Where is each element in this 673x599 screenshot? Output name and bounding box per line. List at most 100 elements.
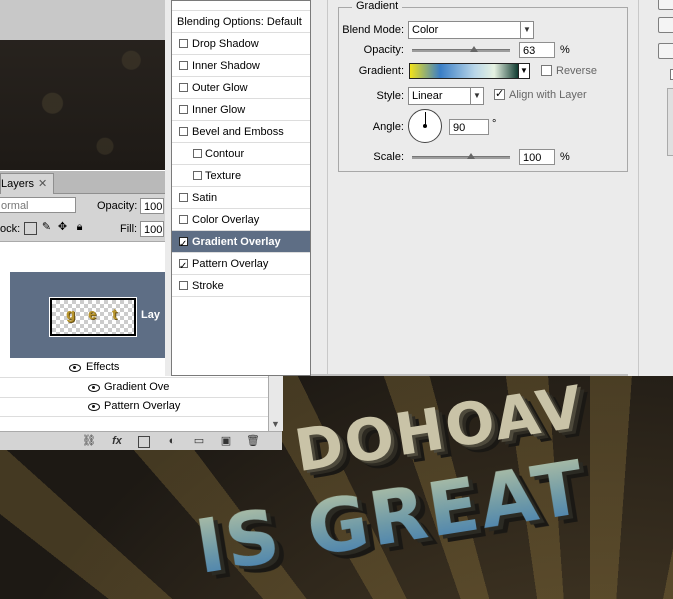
style-item-texture[interactable]: Texture	[172, 165, 310, 187]
style-item-inner-shadow[interactable]: Inner Shadow	[172, 55, 310, 77]
chevron-down-icon[interactable]: ▼	[470, 88, 483, 104]
style-item-checkbox[interactable]	[179, 61, 188, 70]
canvas-grey-strip	[0, 0, 175, 40]
new-group-icon[interactable]: ▭	[192, 434, 206, 448]
gradient-picker[interactable]	[409, 63, 519, 79]
blend-mode-value: Color	[412, 24, 439, 36]
trash-icon[interactable]: 🗑︎	[246, 434, 260, 448]
blending-options-item[interactable]: Blending Options: Default	[172, 11, 310, 33]
style-item-pattern-overlay[interactable]: Pattern Overlay	[172, 253, 310, 278]
opacity-slider[interactable]	[412, 46, 510, 52]
close-icon[interactable]: ✕	[38, 178, 47, 190]
lock-all-icon[interactable]: 🔒︎	[74, 222, 85, 233]
style-item-checkbox[interactable]	[179, 256, 188, 278]
angle-input[interactable]: 90	[449, 119, 489, 135]
lock-label: ock:	[0, 223, 21, 235]
eye-icon[interactable]	[88, 403, 100, 411]
dialog-divider	[327, 0, 328, 376]
blend-mode-label: Blend Mode:	[342, 24, 404, 36]
opacity-input[interactable]: 63	[519, 42, 555, 58]
adjustment-layer-icon[interactable]: ◐	[165, 434, 179, 448]
angle-dial[interactable]	[408, 109, 442, 143]
canvas-top-area	[0, 0, 175, 172]
layer-thumbnail: get	[49, 297, 137, 337]
fx-icon[interactable]: fx	[110, 434, 124, 448]
style-item-gradient-overlay[interactable]: Gradient Overlay	[172, 231, 310, 256]
ok-button[interactable]	[658, 0, 673, 10]
align-with-layer-checkbox[interactable]	[494, 87, 505, 100]
reverse-checkbox[interactable]	[541, 65, 552, 76]
styles-list: Blending Options: Default Drop Shadow Inn…	[171, 0, 311, 376]
scale-slider[interactable]	[412, 153, 510, 159]
style-item-drop-shadow[interactable]: Drop Shadow	[172, 33, 310, 55]
scale-input[interactable]: 100	[519, 149, 555, 165]
effects-label: Effects	[86, 361, 120, 373]
opacity-label: Opacity:	[363, 44, 404, 56]
scale-percent: %	[560, 151, 570, 163]
scale-slider-knob[interactable]	[466, 153, 475, 159]
cancel-button[interactable]	[658, 17, 673, 33]
style-item-outer-glow[interactable]: Outer Glow	[172, 77, 310, 99]
style-item-checkbox[interactable]	[179, 193, 188, 202]
style-item-inner-glow[interactable]: Inner Glow	[172, 99, 310, 121]
tab-layers-label: Layers	[1, 178, 35, 190]
lock-move-icon[interactable]: ✥	[57, 222, 68, 233]
lock-transparent-icon[interactable]	[24, 222, 37, 235]
style-select[interactable]: Linear ▼	[408, 87, 484, 105]
dialog-buttons-column	[638, 0, 673, 376]
eye-icon[interactable]	[69, 364, 81, 372]
style-item-checkbox[interactable]	[179, 83, 188, 92]
new-layer-icon[interactable]: ▣	[219, 434, 233, 448]
style-item-checkbox[interactable]	[179, 39, 188, 48]
reverse-label: Reverse	[556, 65, 597, 77]
style-item-label: Texture	[205, 170, 242, 182]
style-item-checkbox[interactable]	[179, 105, 188, 114]
new-style-button[interactable]	[658, 43, 673, 59]
style-item-label: Bevel and Emboss	[192, 126, 284, 138]
style-item-checkbox[interactable]	[179, 127, 188, 136]
style-item-stroke[interactable]: Stroke	[172, 275, 310, 297]
effect-pattern-overlay-label: Pattern Overlay	[104, 400, 181, 412]
style-item-contour[interactable]: Contour	[172, 143, 310, 165]
fill-input[interactable]: 100	[140, 221, 164, 237]
effect-gradient-overlay-row[interactable]: Gradient Ove	[0, 378, 268, 398]
align-with-layer-label: Align with Layer	[509, 89, 587, 101]
opacity-slider-knob[interactable]	[469, 46, 478, 52]
eye-icon[interactable]	[88, 384, 100, 392]
add-mask-icon[interactable]	[138, 436, 150, 448]
link-layers-icon[interactable]: ⛓	[82, 434, 96, 448]
style-item-checkbox[interactable]	[179, 234, 188, 256]
lock-brush-icon[interactable]: ✎	[41, 222, 52, 233]
style-item-bevel-and-emboss[interactable]: Bevel and Emboss	[172, 121, 310, 143]
dialog-bottom-edge	[311, 374, 673, 376]
layers-bottom-toolbar: ⛓ fx ◐ ▭ ▣ 🗑︎	[0, 431, 282, 450]
gradient-dropdown-icon[interactable]: ▼	[519, 63, 530, 79]
style-item-checkbox[interactable]	[179, 215, 188, 224]
dialog-gutter	[628, 0, 638, 376]
style-item-checkbox[interactable]	[179, 281, 188, 290]
layer-blend-mode-select[interactable]: ormal	[0, 197, 76, 213]
style-label: Style:	[376, 90, 404, 102]
angle-label: Angle:	[372, 121, 404, 133]
tab-layers[interactable]: Layers ✕	[0, 173, 55, 194]
fill-label: Fill:	[120, 223, 138, 235]
style-preview-swatch	[667, 88, 673, 156]
style-item-label: Stroke	[192, 280, 224, 292]
style-item-label: Inner Glow	[192, 104, 246, 116]
style-item-color-overlay[interactable]: Color Overlay	[172, 209, 310, 231]
blend-mode-select[interactable]: Color ▼	[408, 21, 534, 39]
style-item-checkbox[interactable]	[193, 171, 202, 180]
style-item-label: Satin	[192, 192, 218, 204]
style-item-label: Contour	[205, 148, 245, 160]
chevron-down-icon[interactable]: ▼	[520, 22, 533, 38]
styles-header-partial[interactable]	[172, 0, 310, 11]
opacity-percent: %	[560, 44, 570, 56]
style-item-label: Drop Shadow	[192, 38, 259, 50]
effect-pattern-overlay-row[interactable]: Pattern Overlay	[0, 397, 268, 417]
scroll-down-icon[interactable]: ▼	[271, 419, 280, 429]
scale-label: Scale:	[373, 151, 404, 163]
style-item-label: Inner Shadow	[192, 60, 260, 72]
layer-opacity-input[interactable]: 100	[140, 198, 164, 214]
style-item-checkbox[interactable]	[193, 149, 202, 158]
style-item-satin[interactable]: Satin	[172, 187, 310, 209]
